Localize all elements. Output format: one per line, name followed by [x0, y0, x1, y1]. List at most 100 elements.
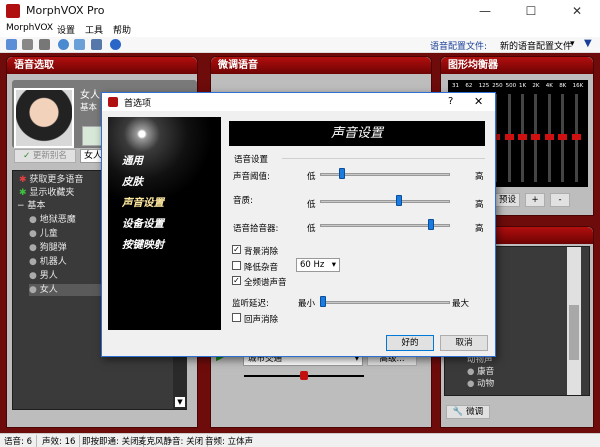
- eq-band-slider[interactable]: [531, 134, 541, 140]
- menu-settings[interactable]: 设置: [57, 23, 75, 36]
- eq-band-slider[interactable]: [504, 134, 514, 140]
- tree-item-robot[interactable]: ● 机器人: [29, 256, 67, 268]
- voice-name: 女人: [80, 90, 100, 101]
- full-spectrum-checkbox[interactable]: ✓: [232, 276, 241, 285]
- voice-category: 基本: [80, 103, 98, 113]
- mic-pickup-thumb[interactable]: [428, 219, 434, 230]
- scroll-down-icon[interactable]: ▼: [175, 397, 185, 407]
- status-mic-mute: 麦克风静音: 关闭: [138, 435, 209, 447]
- sound-item-animal[interactable]: ● 动物: [467, 377, 494, 389]
- latency-track: [320, 301, 450, 304]
- sound-list-scroll-thumb[interactable]: [569, 305, 579, 360]
- hum-frequency-select[interactable]: 60 Hz ▾: [296, 258, 340, 272]
- dialog-title: 首选项: [124, 99, 152, 109]
- hum-reduce-checkbox[interactable]: [232, 261, 241, 270]
- tree-item-demon[interactable]: ● 地狱恶魔: [29, 214, 76, 226]
- tree-item-man[interactable]: ● 男人: [29, 270, 58, 282]
- eq-band-label: 8K: [559, 83, 567, 89]
- mic-pickup-slider[interactable]: [320, 218, 450, 233]
- download-icon[interactable]: [91, 39, 102, 50]
- mic-pickup-high: 高: [475, 224, 484, 234]
- settings-header: 声音设置: [229, 121, 485, 146]
- ok-button[interactable]: 好的: [386, 335, 434, 351]
- nav-sound-settings[interactable]: 声音设置: [122, 195, 164, 210]
- tweak-button[interactable]: 🔧 微调: [446, 405, 490, 419]
- voice-select-title: 语音选取: [7, 57, 197, 74]
- menu-tools[interactable]: 工具: [85, 23, 103, 36]
- eq-band-slider[interactable]: [558, 134, 568, 140]
- dialog-help-button[interactable]: ?: [448, 96, 453, 107]
- latency-slider[interactable]: [320, 295, 450, 310]
- eq-band-slider[interactable]: [544, 134, 554, 140]
- toolbar: 语音配置文件: 新的语音配置文件 ▾ ▼: [0, 37, 600, 53]
- nav-hotkeys[interactable]: 按键映射: [122, 237, 164, 252]
- quality-track: [320, 200, 450, 203]
- dropdown-arrow-icon[interactable]: ▾: [570, 39, 575, 49]
- status-push-to-talk: 即按即通: 关闭: [82, 435, 144, 447]
- quality-thumb[interactable]: [396, 195, 402, 206]
- voice-settings-group-label: 语音设置: [234, 155, 269, 165]
- voice-config-label: 语音配置文件:: [430, 42, 488, 52]
- dialog-close-button[interactable]: ✕: [474, 95, 483, 108]
- eq-band-slider[interactable]: [571, 134, 581, 140]
- chart-icon[interactable]: [74, 39, 85, 50]
- latency-label: 监听延迟:: [232, 299, 269, 309]
- eq-band-label: 16K: [572, 83, 584, 89]
- eq-minus-button[interactable]: -: [550, 193, 570, 207]
- voice-tab-icon[interactable]: [82, 126, 102, 146]
- close-button[interactable]: ✕: [554, 0, 600, 22]
- tree-item-dog[interactable]: ● 狗腿弹: [29, 242, 67, 254]
- nav-device-settings[interactable]: 设备设置: [122, 216, 164, 231]
- status-bar: 语音: 6 声效: 16 即按即通: 关闭 麦克风静音: 关闭 音频: 立体声: [0, 433, 600, 447]
- threshold-thumb[interactable]: [339, 168, 345, 179]
- sound-item-2[interactable]: ● 康音: [467, 365, 494, 377]
- help-icon[interactable]: [110, 39, 121, 50]
- eq-band-label: 500: [505, 83, 517, 89]
- filter-icon[interactable]: ▼: [584, 38, 592, 49]
- hum-reduce-label: 降低杂音: [244, 263, 279, 273]
- app-icon: [6, 4, 20, 18]
- echo-cancel-checkbox[interactable]: [232, 313, 241, 322]
- eq-band-label: 125: [478, 83, 490, 89]
- tree-item-child[interactable]: ● 儿童: [29, 228, 58, 240]
- quality-slider[interactable]: [320, 194, 450, 209]
- nav-general[interactable]: 通用: [122, 153, 143, 168]
- latency-thumb[interactable]: [320, 296, 326, 307]
- maximize-button[interactable]: ☐: [508, 0, 554, 22]
- background-cancel-checkbox[interactable]: ✓: [232, 245, 241, 254]
- preferences-dialog: 首选项 ? ✕ 通用 皮肤 声音设置 设备设置 按键映射 声音设置 语音设置 声…: [101, 92, 496, 357]
- eq-preset-button[interactable]: 预设: [495, 193, 520, 207]
- eq-band-label: 4K: [545, 83, 553, 89]
- volume-thumb[interactable]: [300, 371, 308, 380]
- menu-morphvox[interactable]: MorphVOX: [6, 23, 53, 33]
- tree-item-basic[interactable]: − 基本: [17, 200, 45, 212]
- background-cancel-label: 背景消除: [244, 247, 279, 257]
- latency-max: 最大: [452, 299, 470, 309]
- menu-help[interactable]: 帮助: [113, 23, 131, 36]
- quality-high: 高: [475, 200, 484, 210]
- group-divider: [282, 158, 485, 159]
- minimize-button[interactable]: —: [462, 0, 508, 22]
- threshold-low: 低: [307, 172, 316, 182]
- menu-bar: MorphVOX 设置 工具 帮助: [0, 22, 600, 37]
- threshold-label: 声音阈值:: [233, 172, 270, 182]
- cancel-button[interactable]: 取消: [440, 335, 488, 351]
- mic-pickup-label: 语音拾音器:: [233, 224, 279, 234]
- voice-config-select[interactable]: 新的语音配置文件: [500, 39, 572, 52]
- profile-icon[interactable]: [6, 39, 17, 50]
- eq-band-slider[interactable]: [518, 134, 527, 140]
- sound-icon[interactable]: [39, 39, 50, 50]
- refresh-icon[interactable]: [58, 39, 69, 50]
- nav-skin[interactable]: 皮肤: [122, 174, 143, 189]
- threshold-slider[interactable]: [320, 167, 450, 182]
- quality-low: 低: [307, 200, 316, 210]
- rename-alias-button[interactable]: ✓ 更新别名: [14, 149, 76, 163]
- title-bar: MorphVOX Pro — ☐ ✕: [0, 0, 600, 22]
- eq-band-label: 1K: [519, 83, 527, 89]
- tree-item-get-more[interactable]: ✱ 获取更多语音: [19, 174, 83, 186]
- quality-label: 音质:: [233, 196, 253, 206]
- eq-plus-button[interactable]: +: [525, 193, 545, 207]
- tree-item-favorites[interactable]: ✱ 显示收藏夹: [19, 187, 74, 199]
- dialog-title-bar: 首选项 ? ✕: [102, 93, 495, 111]
- mic-icon[interactable]: [22, 39, 33, 50]
